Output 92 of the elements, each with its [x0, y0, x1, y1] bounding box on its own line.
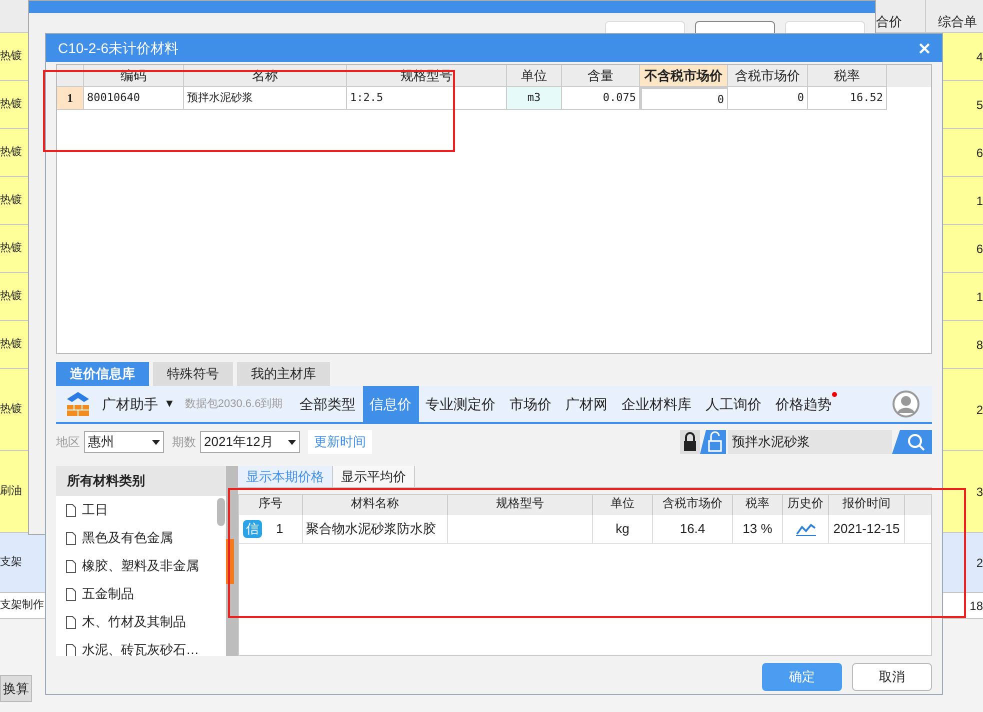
- file-icon: [66, 532, 76, 544]
- caret-icon: [152, 440, 160, 444]
- nav-item[interactable]: 全部类型: [292, 386, 363, 422]
- package-expiry: 数据包2030.6.6到期: [184, 396, 283, 412]
- column-header: 含税市场价: [653, 495, 733, 515]
- table-cell-text: 5: [975, 96, 983, 114]
- category-item[interactable]: 工日: [56, 496, 226, 524]
- column-header: 税率: [808, 65, 887, 87]
- caret-icon[interactable]: ▼: [164, 396, 175, 412]
- category-header: 所有材料类别: [56, 466, 226, 496]
- tab[interactable]: 我的主材库: [237, 362, 330, 386]
- category-item[interactable]: 木、竹材及其制品: [56, 608, 226, 636]
- table-cell-text: 6: [975, 144, 983, 162]
- table-cell-text: 热镀: [0, 402, 23, 418]
- nav-item[interactable]: 市场价: [502, 386, 559, 422]
- table-cell: 0.075: [562, 87, 640, 110]
- column-header: 报价时间: [829, 495, 905, 515]
- row-number: 1: [57, 87, 84, 110]
- table-cell-text: 支架: [0, 554, 23, 570]
- period-select[interactable]: 2021年12月: [200, 431, 300, 453]
- table-cell-text: 热镀: [0, 193, 23, 208]
- table-cell-text: 热镀: [0, 49, 23, 64]
- file-icon: [66, 560, 76, 572]
- nav-item[interactable]: 专业测定价: [418, 386, 503, 422]
- tab[interactable]: 特殊符号: [153, 362, 233, 386]
- info-price-badge: 信: [243, 520, 262, 538]
- table-cell-text: 4: [975, 48, 983, 66]
- table-cell-text: 1: [975, 288, 983, 306]
- column-header: 单位: [593, 495, 653, 515]
- table-cell-text: 18: [969, 598, 983, 614]
- search-field[interactable]: 预拌水泥砂浆: [728, 430, 892, 454]
- table-cell: 2021-12-15: [829, 515, 905, 543]
- table-cell: 80010640: [84, 87, 184, 110]
- caret-icon: [288, 440, 296, 444]
- category-item[interactable]: 水泥、砖瓦灰砂石…: [56, 636, 226, 656]
- table-cell[interactable]: 0: [640, 87, 728, 110]
- table-cell-text: 热镀: [0, 145, 23, 160]
- column-header: 税率: [733, 495, 783, 515]
- table-cell-text: 1: [975, 192, 983, 210]
- column-header: 综合单: [925, 0, 983, 32]
- table-cell: 13 %: [733, 515, 783, 543]
- region-select[interactable]: 惠州: [84, 431, 164, 453]
- table-cell-text: 支架制作: [0, 598, 45, 614]
- file-icon: [66, 588, 76, 600]
- table-cell: 16.4: [653, 515, 733, 543]
- table-cell: 16.52: [808, 87, 887, 110]
- column-header: 材料名称: [303, 495, 448, 515]
- table-cell: 预拌水泥砂浆: [184, 87, 347, 110]
- table-cell-text: 热镀: [0, 289, 23, 304]
- table-cell-text: 8: [975, 336, 983, 354]
- table-cell: 0: [728, 87, 808, 110]
- table-cell-text: 2: [975, 554, 983, 572]
- file-icon: [66, 616, 76, 628]
- column-header: 含税市场价: [728, 65, 808, 87]
- period-label: 期数: [172, 434, 196, 451]
- table-cell: 聚合物水泥砂浆防水胶: [303, 515, 448, 543]
- nav-item[interactable]: 企业材料库: [614, 386, 699, 422]
- table-cell-text: 热镀: [0, 337, 23, 352]
- table-cell-text: 3: [975, 484, 983, 500]
- table-cell-text: 热镀: [0, 241, 23, 256]
- column-header: 不含税市场价: [640, 65, 728, 87]
- lock-icon[interactable]: [680, 430, 700, 454]
- line-chart-icon[interactable]: [796, 522, 816, 536]
- column-header: 序号: [239, 495, 303, 515]
- table-cell-text: 2: [975, 402, 983, 418]
- file-icon: [66, 504, 76, 516]
- column-header: 规格型号: [448, 495, 593, 515]
- logo-icon: [66, 391, 90, 417]
- tab[interactable]: 显示平均价: [333, 466, 415, 487]
- avatar-icon[interactable]: [892, 390, 920, 418]
- nav-item[interactable]: 人工询价: [698, 386, 769, 422]
- assistant-name[interactable]: 广材助手: [102, 394, 158, 414]
- search-icon[interactable]: [892, 430, 932, 454]
- category-item[interactable]: 橡胶、塑料及非金属: [56, 552, 226, 580]
- table-cell-text: 热镀: [0, 97, 23, 112]
- table-cell: m3: [507, 87, 562, 110]
- column-header: 合价: [876, 13, 903, 31]
- nav-item[interactable]: 广材网: [558, 386, 615, 422]
- region-label: 地区: [56, 434, 80, 451]
- cancel-button[interactable]: 取消: [852, 663, 932, 691]
- table-cell-text: 6: [975, 240, 983, 258]
- bottom-tab[interactable]: 换算: [0, 674, 32, 702]
- table-cell: kg: [593, 515, 653, 543]
- scrollbar-thumb[interactable]: [217, 498, 225, 526]
- column-header: 历史价: [783, 495, 829, 515]
- close-icon[interactable]: [919, 42, 930, 54]
- nav-item[interactable]: 价格趋势: [768, 386, 839, 422]
- category-item[interactable]: 黑色及有色金属: [56, 524, 226, 552]
- dialog-title: C10-2-6未计价材料: [58, 38, 179, 58]
- table-cell-text: 刷油: [0, 484, 23, 500]
- table-cell-text: 1: [276, 520, 284, 538]
- category-item[interactable]: 五金制品: [56, 580, 226, 608]
